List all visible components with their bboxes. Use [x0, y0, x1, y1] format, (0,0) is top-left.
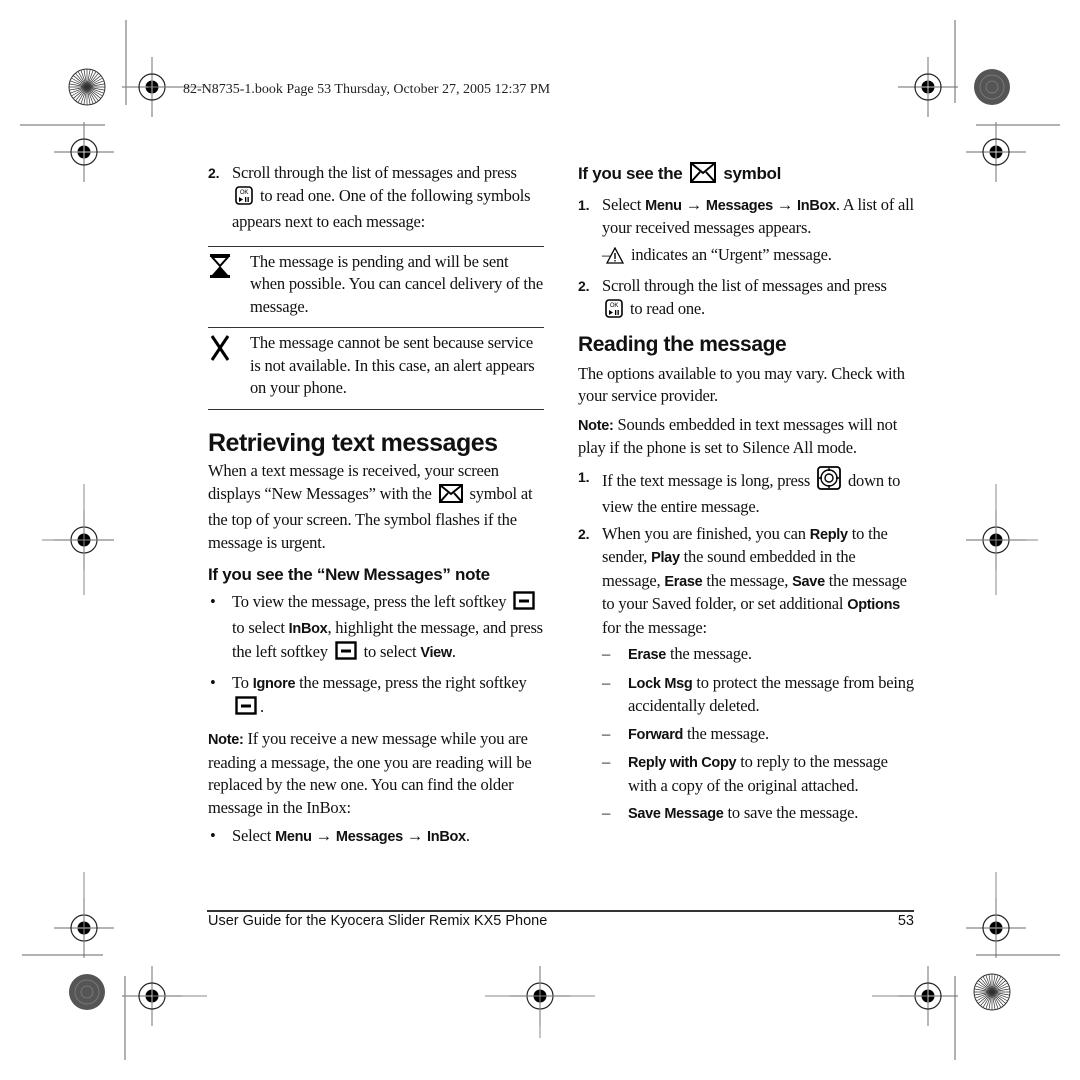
- subheading-envelope-symbol: If you see the symbol: [578, 162, 914, 190]
- disc-mark-bottom-left: [68, 973, 106, 1011]
- symbol-row-pending: The message is pending and will be sent …: [208, 247, 544, 328]
- print-slug: 82-N8735-1.book Page 53 Thursday, Octobe…: [183, 82, 551, 97]
- right-column: If you see the symbol 1. Select Menu → M…: [578, 162, 914, 831]
- option-erase: – Erase the message.: [602, 644, 752, 663]
- navigation-key-icon: [817, 465, 841, 497]
- page-number: 53: [897, 913, 914, 929]
- left-softkey-icon: [335, 640, 357, 668]
- subheading-new-messages: If you see the “New Messages” note: [208, 565, 490, 584]
- note-silence-mode: Note: Sounds embedded in text messages w…: [578, 414, 898, 458]
- bullet-view-message: • To view the message, press the left so…: [208, 590, 544, 668]
- step-1-select-inbox: 1. Select Menu → Messages → InBox. A lis…: [578, 194, 914, 238]
- envelope-icon: [689, 162, 716, 190]
- footer-title: User Guide for the Kyocera Slider Remix …: [208, 913, 548, 929]
- reading-intro: The options available to you may vary. C…: [578, 363, 905, 406]
- urgent-indicator-line: – indicates an “Urgent” message.: [578, 244, 914, 271]
- x-mark-icon: [208, 332, 250, 400]
- section-heading-retrieving: Retrieving text messages: [208, 428, 498, 457]
- svg-text:OK: OK: [610, 303, 618, 309]
- starburst-mark-bottom-right: [973, 973, 1011, 1011]
- option-lock-msg: – Lock Msg to protect the message from b…: [602, 672, 914, 716]
- section-heading-reading: Reading the message: [578, 333, 787, 356]
- ok-key-icon: OK: [235, 185, 253, 212]
- disc-mark-top-right: [973, 68, 1011, 106]
- symbol-row-failed: The message cannot be sent because servi…: [208, 328, 544, 410]
- note-new-message: Note: If you receive a new message while…: [208, 729, 532, 817]
- step-number: 2.: [208, 165, 220, 181]
- left-column: 2. Scroll through the list of messages a…: [208, 162, 544, 854]
- registration-mark: [897, 56, 959, 118]
- footer-rule: [207, 910, 914, 912]
- registration-mark: [965, 121, 1027, 183]
- left-softkey-icon: [513, 590, 535, 618]
- symbol-table: The message is pending and will be sent …: [208, 245, 544, 410]
- option-reply-with-copy: – Reply with Copy to reply to the messag…: [602, 752, 888, 795]
- hourglass-icon: [208, 251, 250, 319]
- step-2-scroll-read: 2. Scroll through the list of messages a…: [578, 275, 914, 324]
- read-step-1: 1. If the text message is long, press do…: [578, 465, 914, 519]
- svg-text:OK: OK: [240, 190, 248, 196]
- registration-mark: [53, 121, 115, 183]
- starburst-mark-top-left: [68, 68, 106, 106]
- step-2-scroll: 2. Scroll through the list of messages a…: [208, 163, 531, 231]
- bullet-ignore-message: • To Ignore the message, press the right…: [208, 672, 544, 722]
- read-step-2: 2. When you are finished, you can Reply …: [578, 523, 907, 637]
- option-forward: – Forward the message.: [602, 723, 769, 743]
- right-softkey-icon: [235, 695, 257, 723]
- intro-paragraph: When a text message is received, your sc…: [208, 461, 533, 552]
- bullet-select-inbox: • Select Menu → Messages → InBox.: [210, 826, 470, 845]
- option-save-message: – Save Message to save the message.: [602, 803, 859, 822]
- ok-key-icon: OK: [605, 298, 623, 325]
- envelope-icon: [438, 483, 463, 510]
